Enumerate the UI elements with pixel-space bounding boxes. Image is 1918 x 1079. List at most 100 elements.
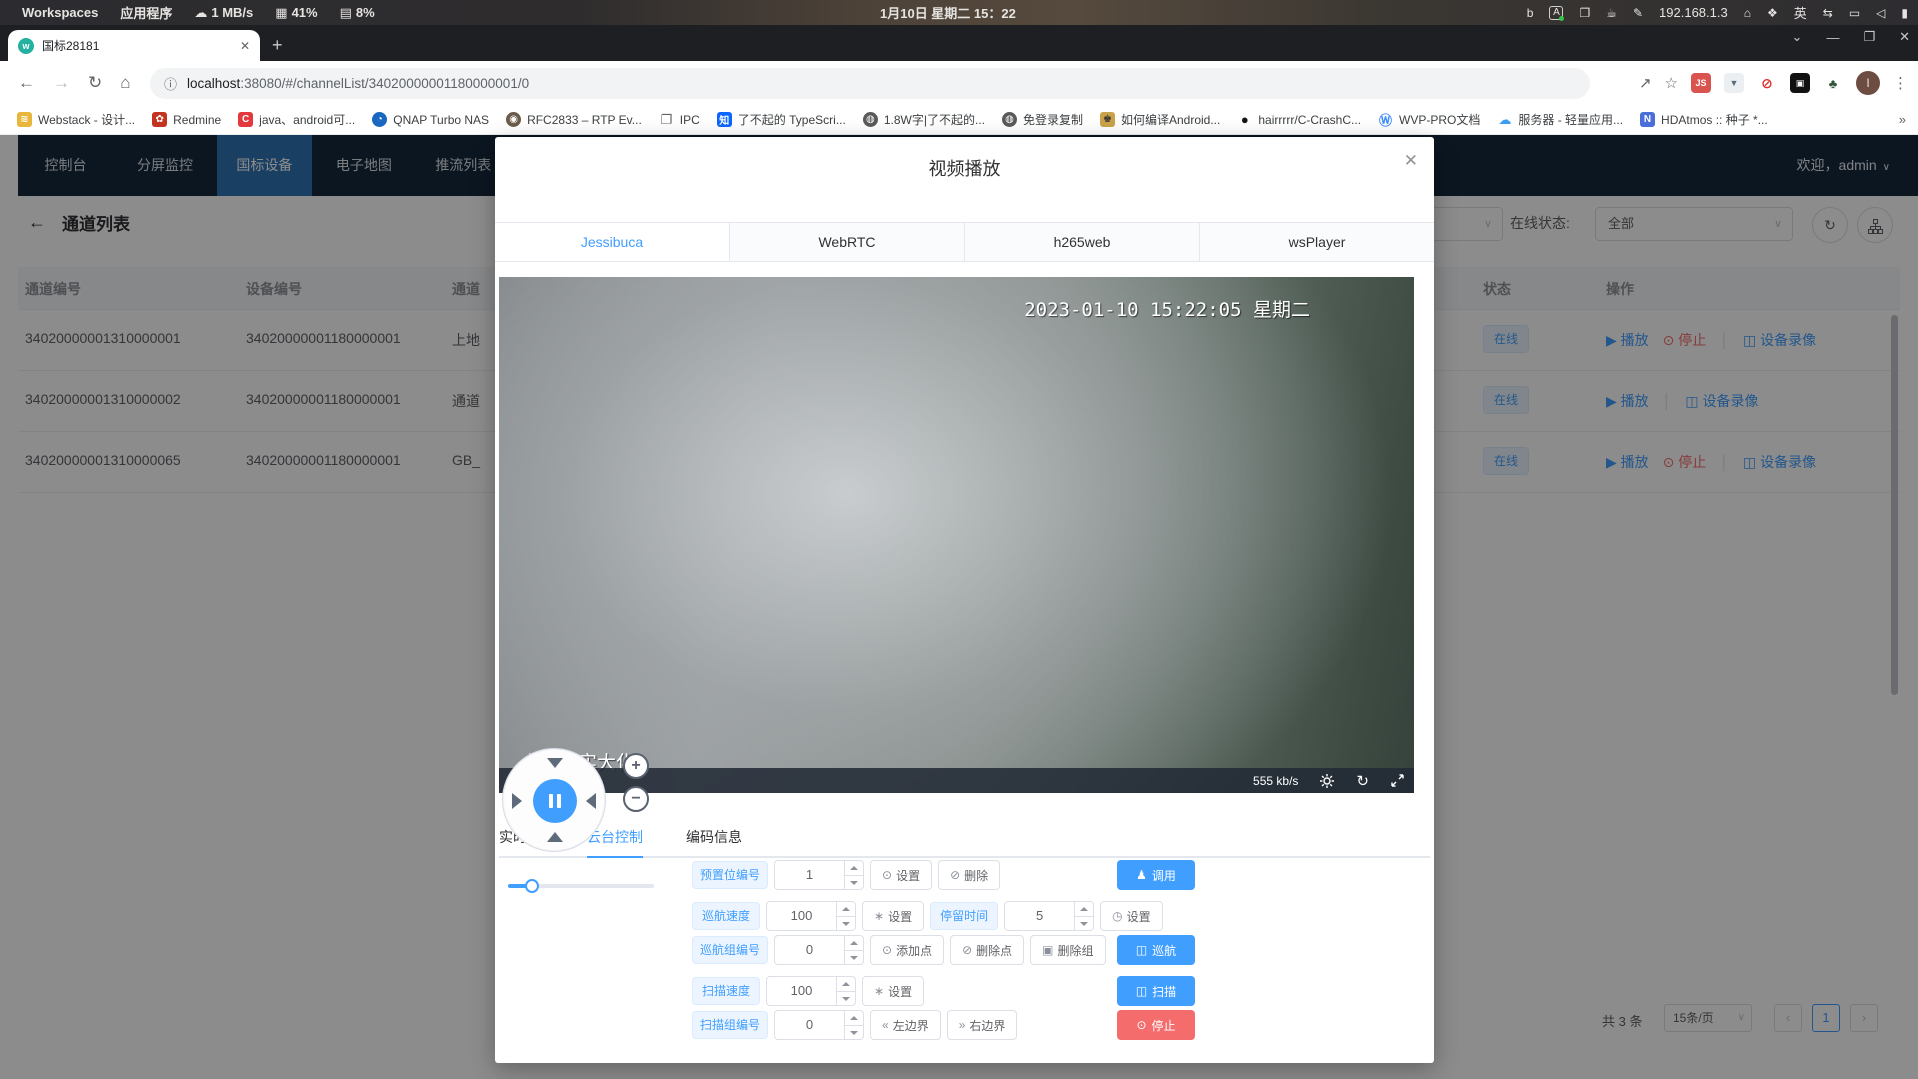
window-close-button[interactable]: ✕ xyxy=(1899,29,1910,45)
caffeine-tray-icon[interactable]: ☕ xyxy=(1606,6,1617,20)
bookmark-18w[interactable]: ◍1.8W字|了不起的... xyxy=(863,111,985,128)
bing-tray-icon[interactable]: b xyxy=(1527,6,1534,20)
bookmark-qnap[interactable]: ◔QNAP Turbo NAS xyxy=(372,112,489,127)
profile-avatar[interactable]: I xyxy=(1856,71,1880,95)
cruise-group-input[interactable]: 0 xyxy=(774,935,864,965)
scan-speed-set-button[interactable]: ∗设置 xyxy=(862,976,924,1006)
cruise-button[interactable]: ◫巡航 xyxy=(1117,935,1195,965)
forward-button[interactable]: → xyxy=(53,73,70,93)
player-settings-icon[interactable] xyxy=(1320,774,1334,788)
ptz-down-arrow[interactable] xyxy=(547,832,563,842)
scan-group-input[interactable]: 0 xyxy=(774,1010,864,1040)
tab-search-icon[interactable]: ⌄ xyxy=(1792,29,1803,45)
fullscreen-icon[interactable] xyxy=(1391,774,1404,787)
dialog-close-icon[interactable]: ✕ xyxy=(1404,151,1418,171)
cruise-speed-input[interactable]: 100 xyxy=(766,901,856,931)
bookmark-star-icon[interactable]: ☆ xyxy=(1665,74,1678,92)
bookmark-redmine[interactable]: ✿Redmine xyxy=(152,112,221,127)
left-boundary-button[interactable]: «左边界 xyxy=(870,1010,941,1040)
bookmark-webstack[interactable]: ≋Webstack - 设计... xyxy=(17,111,135,128)
number-spinner[interactable] xyxy=(836,902,855,930)
home-tray-icon[interactable]: ⌂ xyxy=(1744,6,1751,20)
number-spinner[interactable] xyxy=(844,861,863,889)
preset-set-button[interactable]: ⊙设置 xyxy=(870,860,932,890)
share-icon[interactable]: ↗ xyxy=(1639,74,1652,92)
new-tab-button[interactable]: + xyxy=(272,34,283,56)
ptz-direction-pad[interactable] xyxy=(502,748,606,852)
bookmark-copy-free[interactable]: ◍免登录复制 xyxy=(1002,111,1083,128)
applications-button[interactable]: 应用程序 xyxy=(120,3,172,22)
delete-point-button[interactable]: ⊘删除点 xyxy=(950,935,1024,965)
ip-address[interactable]: 192.168.1.3 xyxy=(1659,5,1728,20)
extension-tree-icon[interactable]: ♣ xyxy=(1823,73,1843,93)
stay-time-input[interactable]: 5 xyxy=(1004,901,1094,931)
zoom-in-button[interactable]: + xyxy=(623,753,649,779)
ptz-right-arrow[interactable] xyxy=(586,793,596,809)
clock[interactable]: 1月10日 星期二 15：22 xyxy=(880,3,1016,22)
workspace-grid-icon[interactable]: ❖ xyxy=(1767,6,1778,20)
browser-menu-icon[interactable]: ⋮ xyxy=(1893,74,1908,92)
window-minimize-button[interactable]: — xyxy=(1826,30,1839,45)
bookmark-typescript[interactable]: 知了不起的 TypeScri... xyxy=(717,111,846,128)
number-spinner[interactable] xyxy=(844,1011,863,1039)
ptz-stop-button[interactable]: ⊙停止 xyxy=(1117,1010,1195,1040)
preset-call-button[interactable]: ♟调用 xyxy=(1117,860,1195,890)
reload-button[interactable]: ↻ xyxy=(88,73,102,93)
clipboard-tray-icon[interactable]: ❐ xyxy=(1579,6,1590,20)
extension-js-icon[interactable]: JS xyxy=(1691,73,1711,93)
back-button[interactable]: ← xyxy=(18,73,35,93)
delete-group-button[interactable]: ▣删除组 xyxy=(1030,935,1105,965)
bookmark-github-crashc[interactable]: ●hairrrrr/C-CrashC... xyxy=(1237,112,1361,127)
tab-h265web[interactable]: h265web xyxy=(965,223,1200,261)
mem-usage: 8% xyxy=(356,5,375,20)
ptz-speed-slider[interactable] xyxy=(508,879,654,893)
preset-delete-button[interactable]: ⊘删除 xyxy=(938,860,1000,890)
ptz-left-arrow[interactable] xyxy=(512,793,522,809)
bookmark-hdatmos[interactable]: NHDAtmos :: 种子 *... xyxy=(1640,111,1768,128)
extension-dark-icon[interactable]: ▣ xyxy=(1790,73,1810,93)
extension-blocker-icon[interactable]: ⊘ xyxy=(1757,73,1777,93)
tab-close-icon[interactable]: ✕ xyxy=(240,39,250,53)
bookmark-wvp-doc[interactable]: ⓌWVP-PRO文档 xyxy=(1378,111,1480,128)
bookmarks-overflow-icon[interactable]: » xyxy=(1899,112,1906,127)
ptz-center-pause-button[interactable] xyxy=(533,779,577,823)
tab-wsplayer[interactable]: wsPlayer xyxy=(1200,223,1434,261)
number-spinner[interactable] xyxy=(844,936,863,964)
bookmark-ipc-folder[interactable]: ❐IPC xyxy=(659,112,700,127)
number-spinner[interactable] xyxy=(836,977,855,1005)
player-refresh-icon[interactable]: ↻ xyxy=(1356,772,1369,790)
workspaces-button[interactable]: Workspaces xyxy=(22,5,98,20)
browser-tab[interactable]: w 国标28181 ✕ xyxy=(8,30,260,61)
add-point-button[interactable]: ⊙添加点 xyxy=(870,935,944,965)
ptz-up-arrow[interactable] xyxy=(547,758,563,768)
address-bar[interactable]: ⓘ localhost:38080/#/channelList/34020000… xyxy=(150,68,1590,99)
window-restore-button[interactable]: ❐ xyxy=(1863,29,1875,45)
subtab-encoding-info[interactable]: 编码信息 xyxy=(686,818,742,856)
language-indicator[interactable]: 英 xyxy=(1794,3,1807,22)
bookmark-compile-android[interactable]: ♚如何编译Android... xyxy=(1100,111,1220,128)
bookmark-rfc2833[interactable]: ◉RFC2833 – RTP Ev... xyxy=(506,112,642,127)
display-icon[interactable]: ▭ xyxy=(1849,6,1860,20)
cruise-speed-set-button[interactable]: ∗设置 xyxy=(862,901,924,931)
stay-time-set-button[interactable]: ◷设置 xyxy=(1100,901,1163,931)
picker-tray-icon[interactable]: ✎ xyxy=(1633,6,1643,20)
tab-webrtc[interactable]: WebRTC xyxy=(730,223,965,261)
zoom-out-button[interactable]: − xyxy=(623,786,649,812)
scan-speed-input[interactable]: 100 xyxy=(766,976,856,1006)
number-spinner[interactable] xyxy=(1074,902,1093,930)
scan-button[interactable]: ◫扫描 xyxy=(1117,976,1195,1006)
phone-link-icon[interactable]: ⇆ xyxy=(1823,6,1833,20)
extension-downloader-icon[interactable]: ▼ xyxy=(1724,73,1744,93)
bookmark-server[interactable]: ☁服务器 - 轻量应用... xyxy=(1497,111,1623,128)
input-method-icon[interactable]: A xyxy=(1549,6,1563,20)
home-button[interactable]: ⌂ xyxy=(120,73,130,93)
site-info-icon[interactable]: ⓘ xyxy=(164,74,177,93)
tab-jessibuca[interactable]: Jessibuca xyxy=(495,223,730,261)
right-boundary-button[interactable]: »右边界 xyxy=(947,1010,1018,1040)
bookmark-java-android[interactable]: Cjava、android可... xyxy=(238,111,355,128)
preset-number-input[interactable]: 1 xyxy=(774,860,864,890)
video-player[interactable]: 2023-01-10 15:22:05 星期二 上地科实大化 555 kb/s xyxy=(499,277,1414,793)
slider-handle[interactable] xyxy=(525,879,539,893)
volume-muted-icon[interactable]: ◁ xyxy=(1876,6,1885,20)
net-speed: 1 MB/s xyxy=(211,5,253,20)
